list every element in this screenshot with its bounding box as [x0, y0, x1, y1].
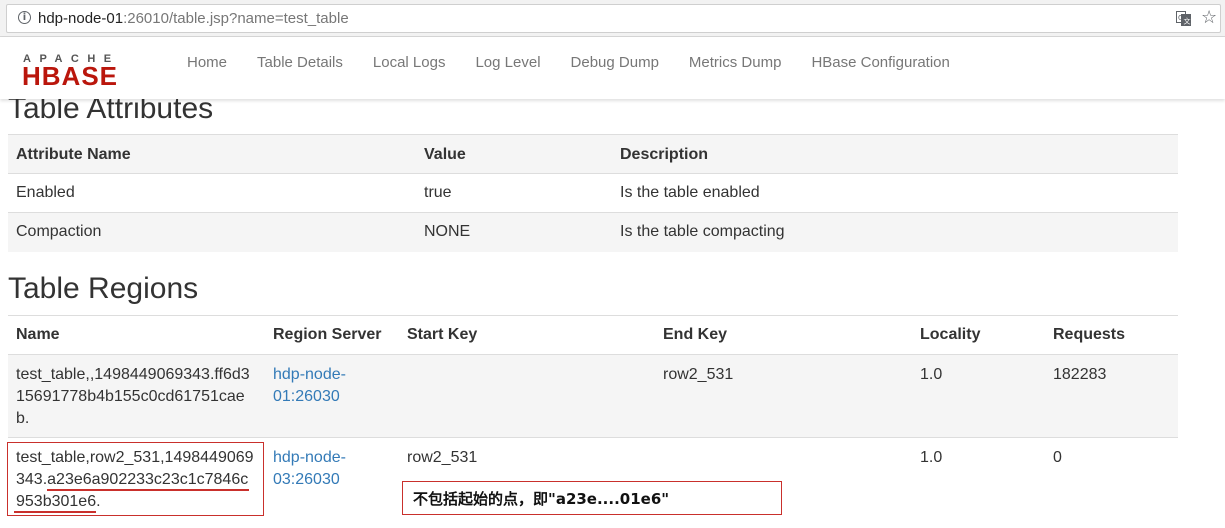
column-header: Start Key: [399, 315, 655, 355]
logo-hbase-text: HBASE: [22, 61, 118, 87]
attribute-value: NONE: [416, 212, 612, 252]
nav-home[interactable]: Home: [172, 54, 242, 72]
attribute-description: Is the table enabled: [612, 173, 1178, 213]
attribute-name: Compaction: [8, 212, 416, 252]
nav-metrics-dump[interactable]: Metrics Dump: [674, 54, 797, 72]
table-row: Enabled true Is the table enabled: [8, 173, 1178, 213]
locality: 1.0: [912, 437, 1045, 528]
region-server-link[interactable]: hdp-node-01:26030: [273, 366, 346, 405]
nav-local-logs[interactable]: Local Logs: [358, 54, 461, 72]
nav-hbase-configuration[interactable]: HBase Configuration: [796, 54, 964, 72]
svg-text:文: 文: [1184, 17, 1191, 26]
region-server-link[interactable]: hdp-node-03:26030: [273, 449, 346, 488]
attributes-header-row: Attribute Name Value Description: [8, 134, 1178, 174]
nav-table-details[interactable]: Table Details: [242, 54, 358, 72]
nav-links: Home Table Details Local Logs Log Level …: [172, 54, 965, 72]
column-header: End Key: [655, 315, 912, 355]
attributes-table: Attribute Name Value Description Enabled…: [8, 134, 1178, 252]
column-header: Description: [612, 134, 1178, 174]
column-header: Attribute Name: [8, 134, 416, 174]
start-key: [399, 354, 655, 438]
column-header: Locality: [912, 315, 1045, 355]
table-row: test_table,,1498449069343.ff6d315691778b…: [8, 354, 1178, 438]
address-bar[interactable]: i hdp-node-01:26010/table.jsp?name=test_…: [6, 4, 1221, 33]
annotation-underline: [47, 489, 249, 491]
browser-toolbar: i hdp-node-01:26010/table.jsp?name=test_…: [0, 0, 1225, 37]
bookmark-star-icon[interactable]: ☆: [1201, 8, 1217, 28]
url-host: hdp-node-01: [38, 10, 124, 27]
url-path: :26010/table.jsp?name=test_table: [123, 10, 349, 27]
locality: 1.0: [912, 354, 1045, 438]
annotation-note: 不包括起始的点，即"a23e....01e6": [402, 481, 782, 515]
attribute-name: Enabled: [8, 173, 416, 213]
end-key: row2_531: [655, 354, 912, 438]
column-header: Name: [8, 315, 265, 355]
annotation-underline: [14, 511, 96, 513]
column-header: Value: [416, 134, 612, 174]
region-server-cell: hdp-node-03:26030: [265, 437, 399, 528]
navbar: APACHE HBASE Home Table Details Local Lo…: [0, 37, 1225, 99]
attribute-value: true: [416, 173, 612, 213]
info-icon[interactable]: i: [18, 11, 31, 24]
hbase-logo[interactable]: APACHE HBASE: [22, 51, 158, 87]
table-row: Compaction NONE Is the table compacting: [8, 212, 1178, 252]
column-header: Requests: [1045, 315, 1178, 355]
nav-log-level[interactable]: Log Level: [460, 54, 555, 72]
region-name: test_table,,1498449069343.ff6d315691778b…: [8, 354, 265, 438]
region-server-cell: hdp-node-01:26030: [265, 354, 399, 438]
regions-header-row: Name Region Server Start Key End Key Loc…: [8, 315, 1178, 355]
requests: 0: [1045, 437, 1178, 528]
attribute-description: Is the table compacting: [612, 212, 1178, 252]
url-text[interactable]: hdp-node-01:26010/table.jsp?name=test_ta…: [38, 10, 349, 27]
table-regions-title: Table Regions: [8, 272, 199, 305]
nav-debug-dump[interactable]: Debug Dump: [556, 54, 674, 72]
translate-icon[interactable]: G 文: [1176, 11, 1191, 26]
annotation-highlight-box: [7, 442, 264, 516]
requests: 182283: [1045, 354, 1178, 438]
column-header: Region Server: [265, 315, 399, 355]
